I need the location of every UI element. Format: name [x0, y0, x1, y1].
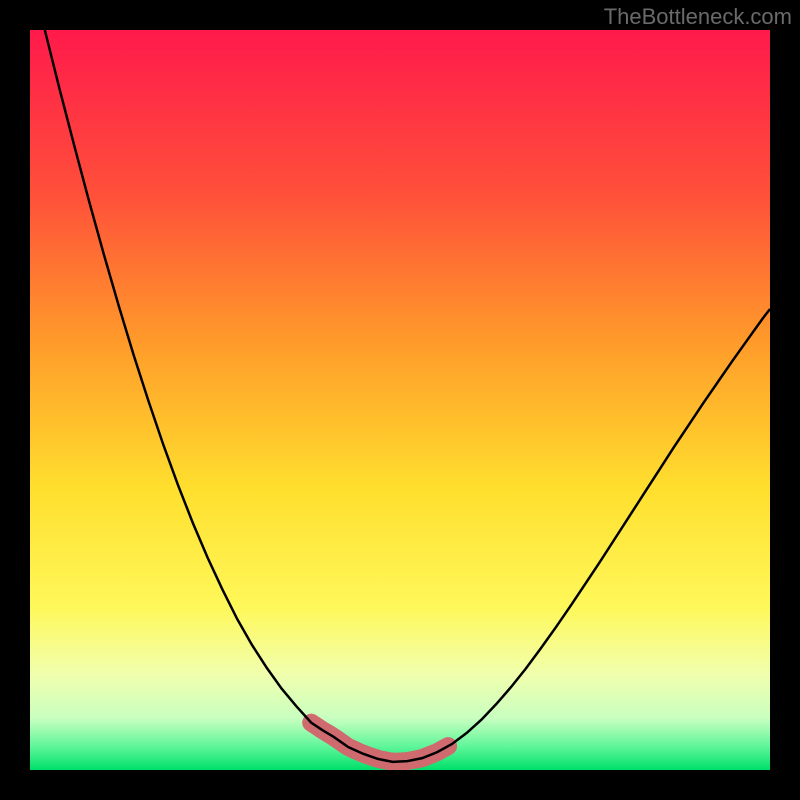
chart-plot-area [30, 30, 770, 770]
chart-background [30, 30, 770, 770]
chart-frame: TheBottleneck.com [0, 0, 800, 800]
chart-svg [30, 30, 770, 770]
watermark-text: TheBottleneck.com [604, 4, 792, 30]
